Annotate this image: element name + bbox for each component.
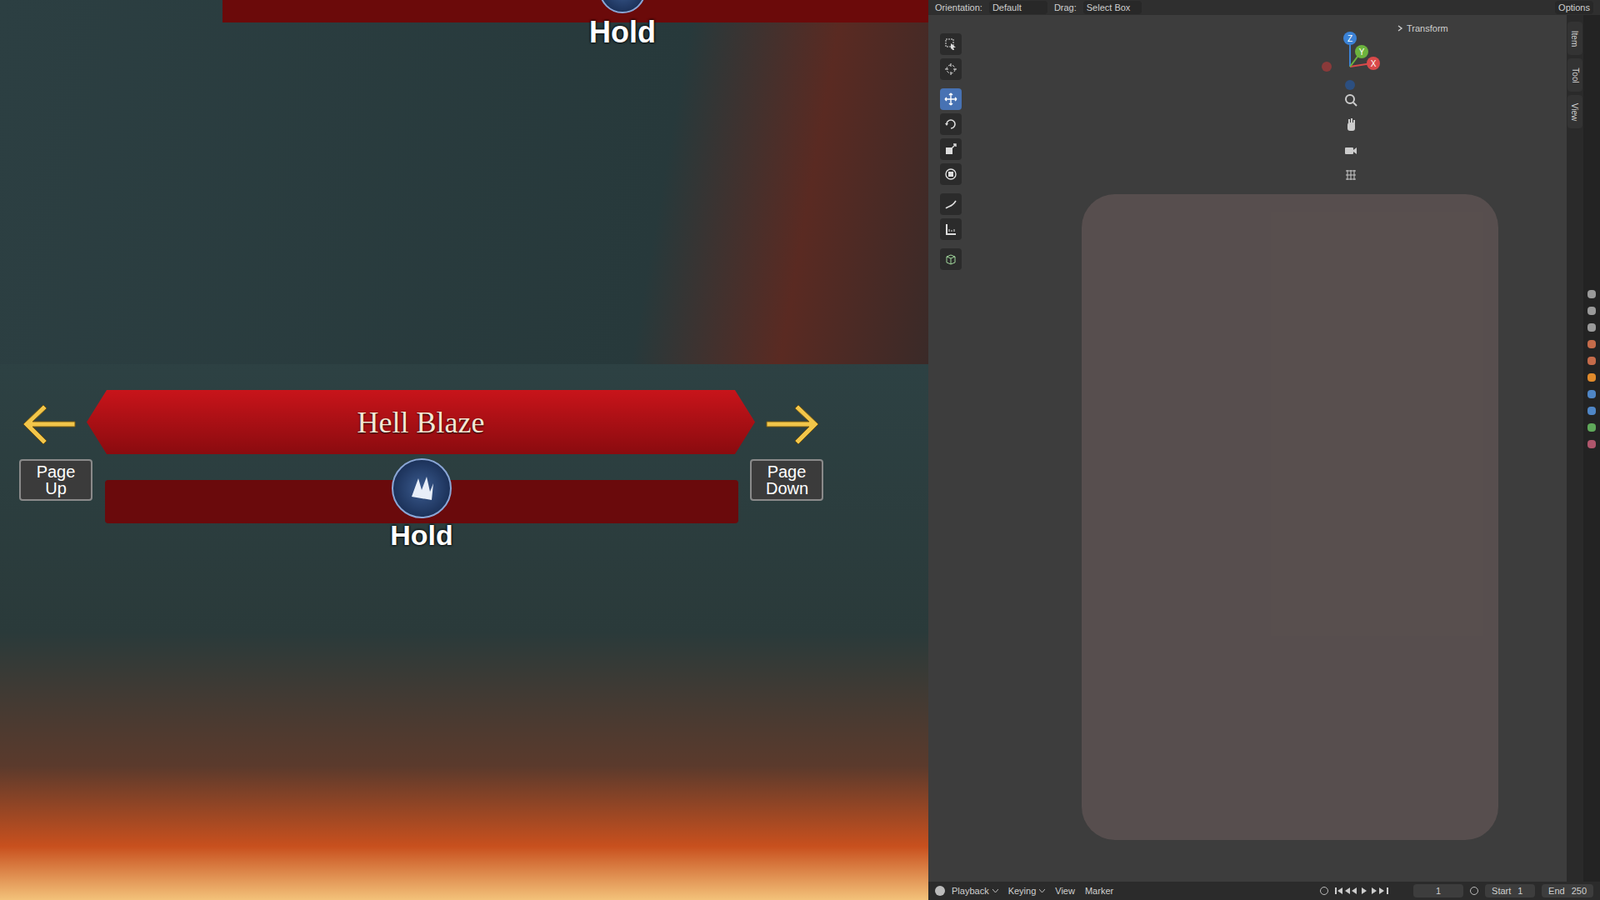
timeline-menu[interactable]: Playback <box>951 884 999 899</box>
scale-icon[interactable] <box>940 138 962 160</box>
options-dropdown[interactable]: Options <box>1555 0 1594 15</box>
axis-gizmo[interactable]: Z X Y <box>1316 25 1384 92</box>
drag-dropdown[interactable]: Select Box <box>1083 0 1142 15</box>
skill-name: Hell Blaze <box>357 400 485 445</box>
navigation-controls <box>1342 91 1360 184</box>
current-frame-field[interactable]: 1 <box>1413 884 1464 899</box>
game-top-frame: Hold <box>0 0 929 365</box>
page-up-button[interactable]: Page Up <box>19 459 93 501</box>
transport-controls[interactable] <box>1335 886 1394 895</box>
sidebar-tabs: Item Tool View <box>1566 15 1584 882</box>
game-bottom-frame: Hell Blaze Page Up Page Down Hold <box>0 364 929 900</box>
grid-icon[interactable] <box>1342 166 1360 184</box>
hold-label: Hold <box>338 514 505 557</box>
end-frame-field[interactable]: End250 <box>1541 884 1594 899</box>
left-arrow-icon[interactable] <box>18 401 77 448</box>
move-icon[interactable] <box>940 88 962 110</box>
3d-viewport[interactable]: Z X Y Transform <box>928 15 1567 882</box>
skill-banner: Hell Blaze <box>86 390 755 455</box>
measure-icon[interactable] <box>940 218 962 240</box>
viewport-header: Orientation: Default Drag: Select Box Op… <box>928 0 1600 15</box>
timeline-menu[interactable]: Keying <box>1008 884 1046 899</box>
annotate-icon[interactable] <box>940 193 962 215</box>
hold-bar <box>222 0 929 23</box>
sidebar-tab[interactable]: Item <box>1567 21 1583 55</box>
camera-icon[interactable] <box>1342 141 1360 159</box>
model-preview <box>1081 194 1499 840</box>
toolbar <box>940 33 962 270</box>
hold-label: Hold <box>539 10 706 55</box>
properties-tabs <box>1583 15 1600 882</box>
select-box-icon[interactable] <box>940 33 962 55</box>
orientation-dropdown[interactable]: Default <box>989 0 1048 15</box>
sidebar-tab[interactable]: View <box>1567 95 1583 129</box>
pan-hand-icon[interactable] <box>1342 116 1360 134</box>
zoom-icon[interactable] <box>1342 91 1360 109</box>
sidebar-tab[interactable]: Tool <box>1567 58 1583 92</box>
right-arrow-icon[interactable] <box>765 401 824 448</box>
timeline-menu[interactable]: Marker <box>1085 884 1114 899</box>
timeline-menu[interactable]: View <box>1055 884 1075 899</box>
hold-button-icon <box>391 458 452 519</box>
add-cube-icon[interactable] <box>940 248 962 270</box>
transform-panel-header[interactable]: Transform <box>1396 21 1449 36</box>
transform-icon[interactable] <box>940 163 962 185</box>
timeline-header: Playback Keying View Marker 1 Start1 End250 <box>928 881 1600 900</box>
start-frame-field[interactable]: Start1 <box>1485 884 1535 899</box>
rotate-icon[interactable] <box>940 113 962 135</box>
cursor-icon[interactable] <box>940 58 962 80</box>
page-down-button[interactable]: Page Down <box>750 459 824 501</box>
